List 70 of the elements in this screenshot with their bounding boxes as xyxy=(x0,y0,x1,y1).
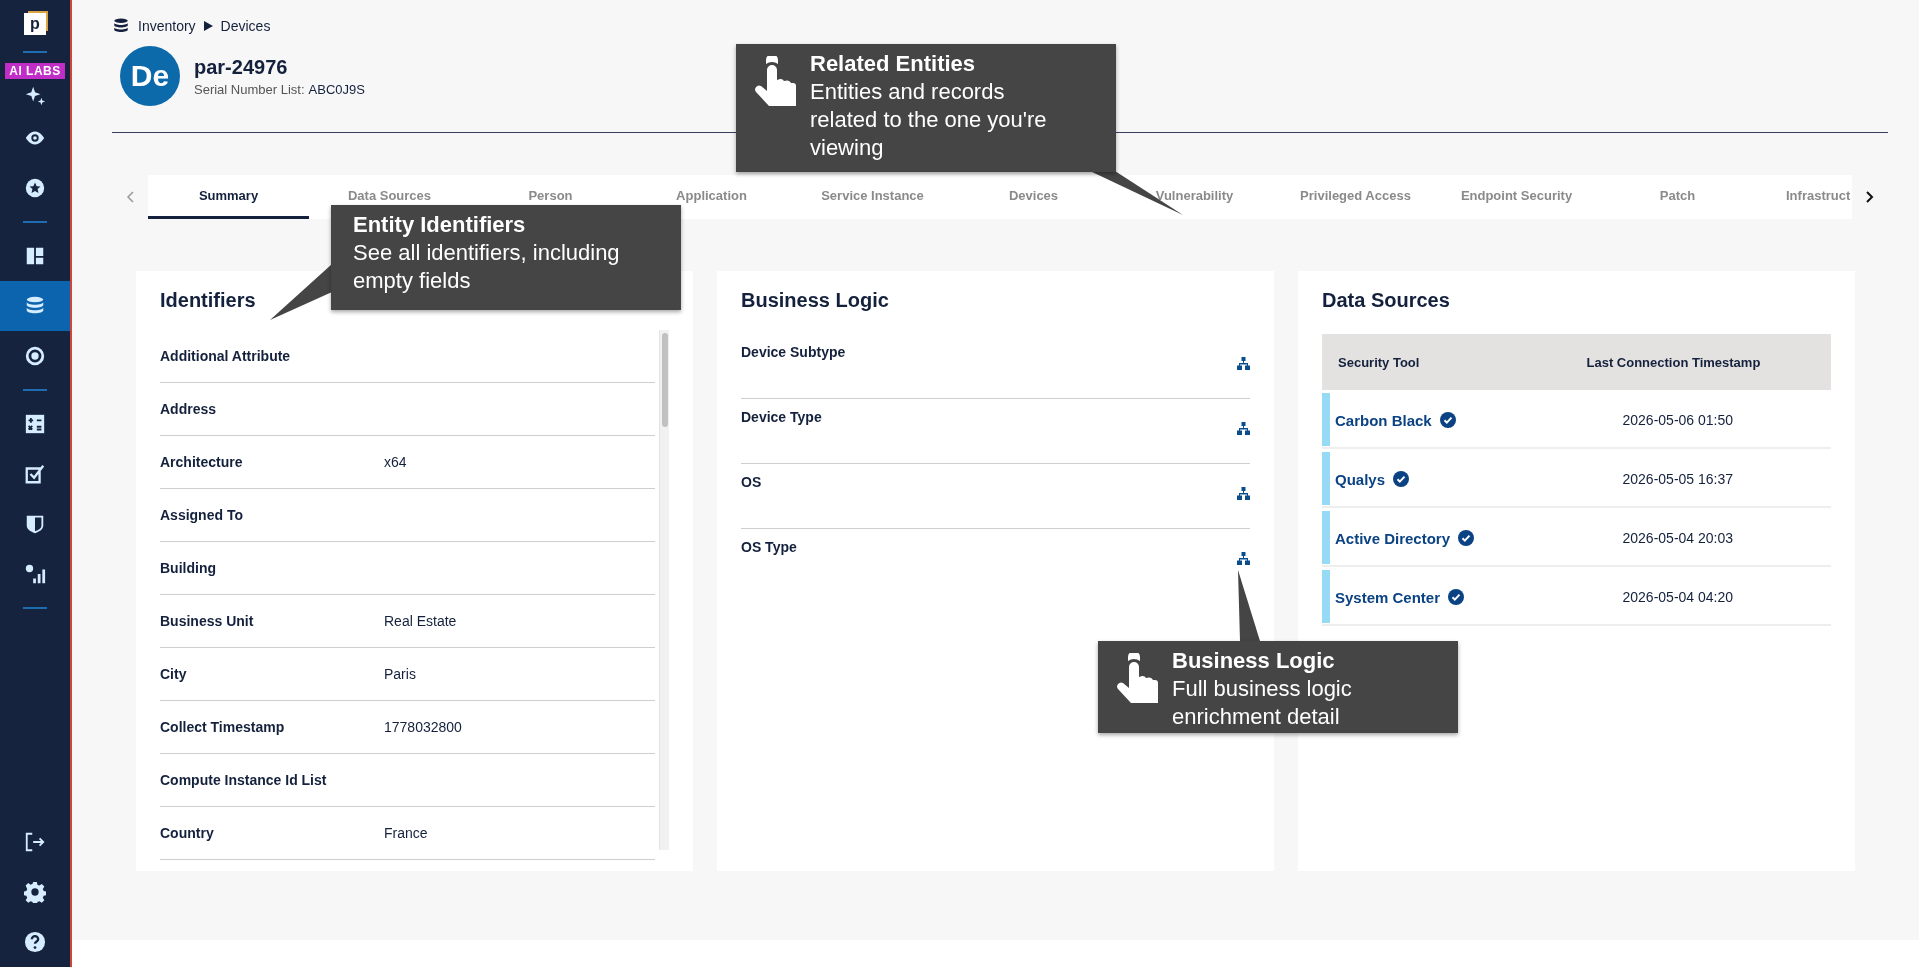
callout-text: See all identifiers, including empty fields xyxy=(353,239,621,295)
callout-title: Related Entities xyxy=(810,50,977,78)
hierarchy-icon[interactable] xyxy=(1237,422,1250,435)
field-value: Real Estate xyxy=(384,613,457,629)
field-value: x64 xyxy=(384,454,407,470)
card-title: Data Sources xyxy=(1322,289,1451,312)
verified-check-icon xyxy=(1393,471,1410,487)
tool-link[interactable]: Qualys xyxy=(1335,470,1386,488)
card-title: Business Logic xyxy=(741,289,890,312)
field-label: OS xyxy=(741,474,762,492)
card-title: Identifiers xyxy=(160,289,257,312)
settings-icon xyxy=(24,881,46,903)
calculator-icon xyxy=(24,413,46,435)
verified-check-icon xyxy=(1448,589,1465,605)
accent-bar xyxy=(1322,570,1330,623)
accent-bar xyxy=(1322,393,1330,446)
field-label: Additional Attribute xyxy=(160,348,292,364)
column-header: Last Connection Timestamp xyxy=(1585,354,1762,370)
table-cell-text: 2026-05-04 04:20 xyxy=(1621,588,1735,607)
field-value: 1778032800 xyxy=(384,719,462,735)
subtitle-value: ABC0J9S xyxy=(308,81,365,97)
hierarchy-icon[interactable] xyxy=(1237,357,1250,370)
field-label: Device Type xyxy=(741,409,822,427)
tool-link[interactable]: Active Directory xyxy=(1335,529,1451,547)
entity-name: par-24976 xyxy=(194,55,289,79)
accent-bar xyxy=(1322,511,1330,564)
verified-check-icon xyxy=(1439,412,1456,428)
field-label: Architecture xyxy=(160,454,244,470)
tool-link[interactable]: Carbon Black xyxy=(1335,411,1432,429)
field-label: Country xyxy=(160,825,215,841)
logout-icon xyxy=(24,831,46,853)
app-logo[interactable]: p xyxy=(24,13,46,35)
callout-title: Business Logic xyxy=(1172,647,1336,675)
field-label: Assigned To xyxy=(160,507,244,523)
subtitle-label: Serial Number List: xyxy=(194,81,305,97)
field-label: Compute Instance Id List xyxy=(160,772,328,788)
field-label: Collect Timestamp xyxy=(160,719,286,735)
column-header: Security Tool xyxy=(1337,354,1421,370)
field-label: Device Subtype xyxy=(741,344,846,362)
chart-gear-icon xyxy=(24,563,46,585)
hierarchy-icon[interactable] xyxy=(1237,552,1250,565)
scrollbar[interactable] xyxy=(659,330,669,850)
triangle-separator-icon xyxy=(203,21,213,31)
dashboard-icon xyxy=(24,245,46,267)
field-label: Building xyxy=(160,560,217,576)
database-icon xyxy=(112,17,130,35)
callout-text: Full business logic enrichment detail xyxy=(1172,675,1353,731)
entity-avatar: De xyxy=(120,46,180,106)
help-icon xyxy=(24,931,46,953)
ai-labs-badge: AI LABS xyxy=(5,63,65,79)
checkbox-icon xyxy=(24,463,46,485)
table-cell-text: 2026-05-05 16:37 xyxy=(1621,470,1735,489)
field-value: Paris xyxy=(384,666,416,682)
field-value: France xyxy=(384,825,428,841)
table-cell-text: 2026-05-04 20:03 xyxy=(1621,529,1735,548)
verified-check-icon xyxy=(1458,530,1475,546)
breadcrumb-link[interactable]: Devices xyxy=(220,18,271,34)
field-label: Business Unit xyxy=(160,613,255,629)
callout-text: Entities and records related to the one you're viewing xyxy=(810,78,1048,162)
field-label: Address xyxy=(160,401,218,417)
tool-link[interactable]: System Center xyxy=(1335,588,1441,606)
hierarchy-icon[interactable] xyxy=(1237,487,1250,500)
accent-bar xyxy=(1322,452,1330,505)
field-label: City xyxy=(160,666,188,682)
field-label: OS Type xyxy=(741,539,797,557)
sparkle-icon xyxy=(24,85,46,107)
table-cell-text: 2026-05-06 01:50 xyxy=(1621,411,1735,430)
target-icon xyxy=(24,345,46,367)
shield-icon xyxy=(24,513,46,535)
breadcrumb-link[interactable]: Inventory xyxy=(138,18,196,34)
